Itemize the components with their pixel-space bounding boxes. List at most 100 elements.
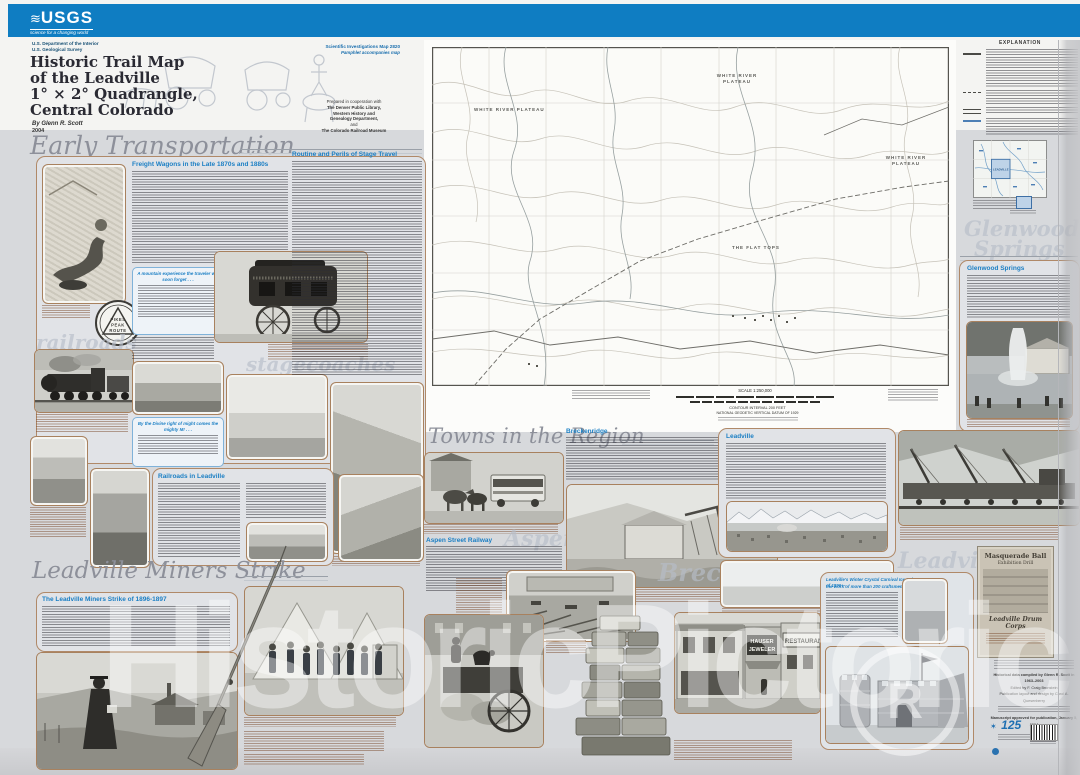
badge-text-peak: PEAK [111, 323, 125, 328]
freight-wagon-engraving [42, 164, 126, 304]
map-base-credit-text [572, 390, 650, 399]
freight-wagons-article-body [132, 171, 288, 263]
legend-symbol-road [963, 109, 981, 114]
ore-wagon-photo [424, 614, 544, 748]
legend-symbol-trail [963, 53, 981, 55]
anniversary-small-text [998, 734, 1032, 740]
sign-restaurant: RESTAURANT [785, 639, 820, 645]
map-scale-text: SCALE 1:250,000 [700, 388, 810, 393]
locomotive-photo [34, 349, 134, 413]
index-map-caption [973, 200, 1019, 210]
sign-hauser: HAUSER [750, 639, 773, 645]
wagon-road-photo [338, 474, 424, 562]
ice-palace-castle-photo [825, 646, 969, 744]
usgs-tagline: science for a changing world [30, 29, 93, 35]
coop-line-6: The Colorado Railroad Museum [308, 128, 400, 134]
map-label-white-river-east-1: WHITE RIVER [886, 155, 927, 160]
divine-right-quote-body [138, 435, 218, 455]
glenwood-article-body [967, 275, 1070, 319]
scale-bar-1 [676, 396, 836, 398]
explanation-title: EXPLANATION [962, 40, 1078, 46]
map-label-plateau-east-1: PLATEAU [892, 161, 920, 166]
mountain-experience-quote-title: A mountain experience the traveler will … [133, 268, 223, 282]
playbill-title-3: Leadville Drum Corps [978, 616, 1053, 630]
badge-text-pikes: PIKES [110, 317, 125, 322]
series-note-line-1: Scientific Investigations Map 2820 [300, 44, 400, 49]
glenwood-article-title: Glenwood Springs [967, 265, 1071, 272]
legend-entry-1-text [986, 49, 1078, 87]
poster-title-line-4: Central Colorado [30, 102, 174, 119]
anniversary-star-icon: ✶ [990, 722, 997, 731]
dept-line-2: U.S. Geological Survey [32, 47, 82, 52]
credits-fine-print-1 [994, 660, 1074, 670]
map-datum-note [718, 417, 798, 422]
cooperation-note: Prepared in cooperation with The Denver … [308, 99, 400, 134]
credit-line-1: Historical data compiled by Glenn R. Sco… [988, 672, 1080, 685]
map-contour-note-1: CONTOUR INTERVAL 200 FEET [640, 406, 875, 410]
ice-palace-body [826, 592, 898, 638]
legend-entry-2-text [986, 90, 1078, 104]
streetcar-photo [424, 452, 564, 524]
leadville-panorama-photo [726, 501, 888, 552]
drum-corps-group-photo [983, 569, 1048, 613]
leadville-article-body [726, 443, 886, 499]
storefront-caption [674, 740, 792, 760]
divine-right-quote-box: By the Divine right of might comes the m… [132, 417, 224, 467]
usgs-logo: ≋USGS science for a changing world [30, 8, 93, 35]
playbill-title-2: Exhibition Drill [978, 561, 1053, 566]
early-mid-column-text [132, 337, 214, 359]
scale-bar-2 [690, 401, 822, 403]
playbill-fine-print [986, 633, 1045, 645]
index-map-quad-cell [1016, 196, 1032, 209]
work-train-photo [898, 430, 1080, 526]
poster-sheet: ≋USGS science for a changing world U.S. … [0, 0, 1080, 775]
credits-fine-print-2 [998, 706, 1070, 713]
legend-entry-3-text [986, 107, 1078, 115]
usgs-blue-bar [8, 4, 1080, 37]
playbill-title-1: Masquerade Ball [978, 552, 1053, 560]
barcode-number [1030, 741, 1056, 744]
map-label-flat-tops: THE FLAT TOPS [732, 245, 780, 250]
silver-ingots-stack [566, 604, 676, 762]
breckenridge-article-title: Breckenridge [566, 428, 686, 435]
colorado-index-map: LEADVILLE [973, 140, 1047, 198]
legend-symbol-river [963, 120, 981, 122]
rifle-image [168, 540, 288, 775]
anniversary-number: 125 [1001, 718, 1021, 732]
engraving-caption [42, 305, 90, 319]
mountain-experience-quote-body [138, 285, 218, 319]
dept-line-1: U.S. Department of the Interior [32, 41, 99, 46]
aspen-article-title: Aspen Street Railway [426, 537, 562, 544]
barcode [1030, 724, 1058, 741]
sign-jeweler: JEWELER [749, 647, 776, 653]
topographic-map: WHITE RIVER PLATEAU WHITE RIVER PLATEAU … [432, 47, 949, 386]
locomotive-caption [36, 414, 128, 432]
storefront-photo: HAUSER JEWELER RESTAURANT [674, 612, 821, 714]
series-note-line-2: Pamphlet accompanies map [300, 50, 400, 55]
legend-symbol-dashed-trail [963, 92, 981, 93]
byline: By Glenn R. Scott [32, 121, 83, 127]
glenwood-photo-caption [967, 419, 1070, 427]
legend-entry-4-text [986, 118, 1078, 136]
ice-palace-gate-photo [902, 578, 948, 644]
index-map-quad-cell-caption [1010, 210, 1036, 215]
railroad-photo-small-caption [30, 507, 86, 537]
credit-line-3: Publication layout and design by Carol A… [988, 691, 1080, 704]
map-label-plateau-north-1: PLATEAU [723, 79, 751, 84]
stage-travel-article-title: Routine and Perils of Stage Travel [292, 151, 422, 158]
usgs-wave-icon: ≋ [30, 11, 41, 26]
map-label-white-river-north-1: WHITE RIVER [717, 73, 758, 78]
railroads-leadville-body-col2 [246, 483, 326, 519]
work-train-caption [900, 527, 1058, 541]
snowy-railroad-photo [226, 374, 328, 460]
glenwood-geyser-photo [966, 321, 1073, 419]
leadville-article-title: Leadville [726, 433, 846, 440]
map-label-white-river-plateau-west: WHITE RIVER PLATEAU [474, 107, 545, 112]
freight-wagons-article-title: Freight Wagons in the Late 1870s and 188… [132, 161, 288, 168]
index-map-quad-label: LEADVILLE [993, 168, 1009, 172]
map-declination-note [888, 389, 938, 402]
railroad-photo-small [30, 436, 88, 506]
railroads-leadville-title: Railroads in Leadville [158, 473, 318, 480]
map-contour-note-2: NATIONAL GEODETIC VERTICAL DATUM OF 1929 [640, 411, 875, 415]
divine-right-quote-title: By the Divine right of might comes the m… [133, 418, 223, 432]
